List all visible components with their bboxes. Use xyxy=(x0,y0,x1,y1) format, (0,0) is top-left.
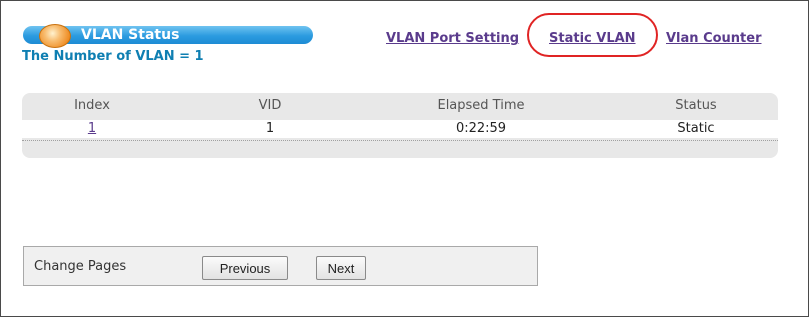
vid-cell: 1 xyxy=(265,121,275,136)
column-header-vid: VID xyxy=(258,98,282,113)
column-header-elapsed-time: Elapsed Time xyxy=(437,98,525,113)
vlan-counter-link[interactable]: Vlan Counter xyxy=(666,31,762,46)
column-header-status: Status xyxy=(675,98,717,113)
table-row: 1 1 0:22:59 Static xyxy=(22,120,778,138)
column-header-index: Index xyxy=(74,98,110,113)
previous-button[interactable]: Previous xyxy=(202,256,288,280)
table-header: Index VID Elapsed Time Status xyxy=(22,97,778,115)
vlan-port-setting-link[interactable]: VLAN Port Setting xyxy=(386,31,519,46)
status-orb-icon xyxy=(39,24,71,48)
row-divider xyxy=(22,140,778,142)
index-cell: 1 xyxy=(57,121,127,136)
vlan-index-link[interactable]: 1 xyxy=(88,121,96,136)
elapsed-time-cell: 0:22:59 xyxy=(455,121,507,136)
status-cell: Static xyxy=(677,121,715,136)
change-pages-bar: Change Pages Previous Next xyxy=(23,246,538,286)
vlan-status-panel: VLAN Status The Number of VLAN = 1 VLAN … xyxy=(0,0,809,317)
page-title: VLAN Status xyxy=(81,27,180,43)
change-pages-label: Change Pages xyxy=(34,259,127,274)
next-button[interactable]: Next xyxy=(316,256,366,280)
static-vlan-link[interactable]: Static VLAN xyxy=(549,31,636,46)
vlan-count-text: The Number of VLAN = 1 xyxy=(22,49,204,64)
vlan-table: Index VID Elapsed Time Status 1 1 0:22:5… xyxy=(22,93,778,158)
